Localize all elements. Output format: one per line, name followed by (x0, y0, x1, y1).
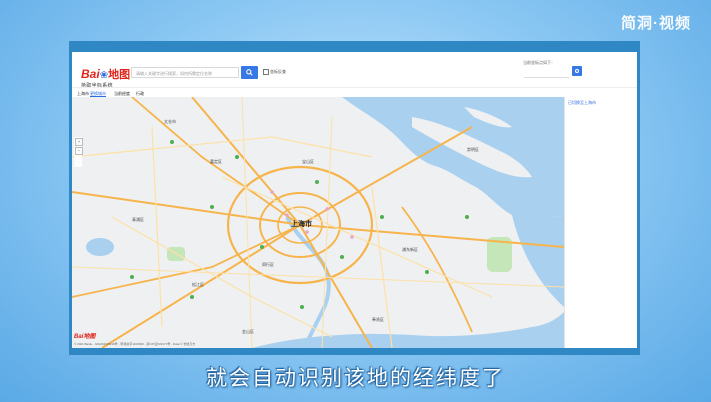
map-label-9: 崇明区 (467, 147, 479, 152)
search-icon (246, 69, 253, 76)
watermark-logo: 简洞·视频 (621, 15, 691, 32)
map-copyright: © 2021 Baidu - GS(2019)5218号 - 甲测资字11009… (74, 342, 196, 346)
screen-frame: Bai❀地图 拾取坐标系统 请输入关键字进行搜索，如何所需定位名称 坐标反查 当… (69, 41, 640, 355)
reverse-lookup-checkbox[interactable]: 坐标反查 (263, 69, 286, 75)
top-bar: Bai❀地图 拾取坐标系统 请输入关键字进行搜索，如何所需定位名称 坐标反查 当… (72, 52, 637, 89)
map-label-1: 嘉定区 (210, 159, 222, 164)
zoom-in-button[interactable]: + (75, 138, 83, 146)
map-svg[interactable] (72, 97, 564, 348)
map-label-7: 奉贤区 (372, 317, 384, 322)
zoom-out-button[interactable]: − (75, 147, 83, 155)
search-input[interactable]: 请输入关键字进行搜索，如何所需定位名称 (131, 67, 239, 78)
checkbox-label: 坐标反查 (270, 69, 286, 74)
paw-icon: ❀ (99, 70, 109, 81)
map-label-2: 宝山区 (302, 159, 314, 164)
map-canvas[interactable]: 上海市 太仓市 嘉定区 宝山区 青浦区 松江区 闵行区 浦东新区 奉贤区 金山区… (72, 97, 564, 348)
sidebar-status-link[interactable]: 已切换至上海市 (568, 100, 596, 106)
city-label-shanghai: 上海市 (291, 221, 312, 228)
logo-bai: Bai (81, 67, 100, 81)
video-caption: 就会自动识别该地的经纬度了 (206, 366, 505, 390)
zoom-control[interactable]: + − (74, 137, 83, 167)
logo-map: 地图 (108, 69, 131, 81)
result-sidebar: 已切换至上海市 (564, 97, 637, 348)
map-label-5: 闵行区 (262, 262, 274, 267)
map-label-0: 太仓市 (164, 119, 176, 124)
dianshan-lake (86, 238, 114, 256)
map-corner-logo: Bai地图 (74, 334, 96, 340)
copy-coord-button[interactable] (572, 66, 582, 76)
checkbox-box[interactable] (263, 69, 269, 75)
map-label-4: 松江区 (192, 282, 204, 287)
map-label-3: 青浦区 (132, 217, 144, 222)
baidu-map-logo[interactable]: Bai❀地图 拾取坐标系统 (81, 65, 130, 89)
search-button[interactable] (241, 66, 258, 79)
map-label-8: 金山区 (242, 329, 254, 334)
coord-output-field[interactable] (524, 67, 569, 78)
map-label-6: 浦东新区 (402, 247, 418, 252)
coord-label: 当前坐标点如下： (523, 60, 555, 65)
browser-screen: Bai❀地图 拾取坐标系统 请输入关键字进行搜索，如何所需定位名称 坐标反查 当… (72, 52, 637, 348)
